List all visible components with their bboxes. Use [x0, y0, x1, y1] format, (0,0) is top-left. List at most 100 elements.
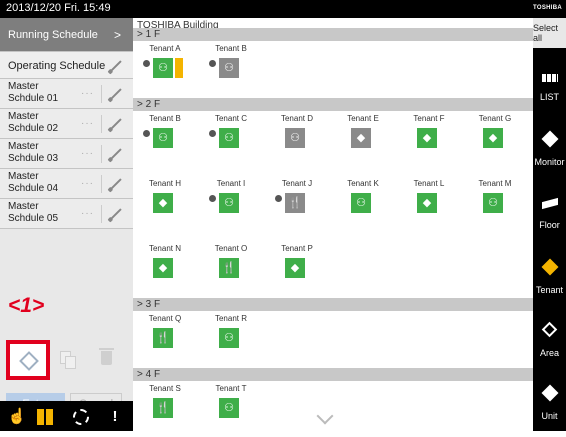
select-all-button[interactable]: Select all — [533, 18, 566, 48]
edit-pencil-icon[interactable] — [110, 88, 122, 100]
tenant-tile[interactable]: Tenant R ⚇ — [203, 314, 259, 364]
select-tool-button[interactable] — [6, 340, 50, 380]
tenant-tile[interactable]: Tenant J 🍴 — [269, 179, 325, 229]
diamond-icon: ◆ — [153, 193, 173, 213]
edit-pencil-icon[interactable] — [110, 60, 122, 72]
tenant-name: Tenant I — [216, 179, 246, 188]
hand-pointer-icon[interactable]: ☝ — [6, 407, 28, 427]
master-schedule-label: Master Schdule 04 — [8, 171, 59, 194]
tenant-tile[interactable]: Tenant B ⚇ — [137, 114, 193, 164]
tenant-tile[interactable]: Tenant B ⚇ — [203, 44, 259, 94]
tenant-floor-view: TOSHIBA Building > 1 F Tenant A ⚇ Tenant B ⚇… — [133, 18, 533, 431]
restaurant-icon: 🍴 — [153, 328, 173, 348]
master-schedule-item[interactable]: Master Schdule 03 ··· — [0, 139, 133, 169]
nav-area[interactable]: Area — [533, 314, 566, 374]
cycle-icon[interactable] — [70, 407, 92, 427]
monitor-icon — [541, 130, 559, 148]
tenant-name: Tenant N — [148, 244, 182, 253]
floor-label: > 4 F — [137, 369, 161, 380]
nav-tenant[interactable]: Tenant — [533, 251, 566, 311]
tenant-tile[interactable]: Tenant E ◆ — [335, 114, 391, 164]
restaurant-icon: 🍴 — [153, 398, 173, 418]
alert-icon[interactable]: ! — [104, 407, 126, 427]
diamond-icon: ◆ — [351, 128, 371, 148]
tenant-tile[interactable]: Tenant P ◆ — [269, 244, 325, 294]
tenant-icon — [541, 258, 559, 276]
nav-floor[interactable]: Floor — [533, 186, 566, 246]
top-bar: 2013/12/20 Fri. 15:49 TOSHIBA — [0, 0, 566, 18]
tenant-tile[interactable]: Tenant A ⚇ — [137, 44, 193, 94]
floor-header[interactable]: > 1 F — [133, 28, 533, 41]
scroll-down-icon[interactable] — [316, 407, 334, 425]
schedule-clock-icon — [143, 130, 150, 137]
annotation-label: <1> — [8, 294, 45, 317]
tenant-tile[interactable]: Tenant O 🍴 — [203, 244, 259, 294]
floor-header[interactable]: > 3 F — [133, 298, 533, 311]
tenant-tile[interactable]: Tenant T ⚇ — [203, 384, 259, 431]
tenant-name: Tenant R — [214, 314, 248, 323]
nav-unit[interactable]: Unit — [533, 377, 566, 437]
tenant-tile[interactable]: Tenant F ◆ — [401, 114, 457, 164]
diamond-icon: ◆ — [153, 258, 173, 278]
edit-pencil-icon[interactable] — [110, 208, 122, 220]
unit-icon — [541, 384, 559, 402]
master-schedule-label: Master Schdule 03 — [8, 141, 59, 164]
operating-schedule-label: Operating Schedule — [8, 60, 106, 72]
more-dots-icon[interactable]: ··· — [81, 208, 94, 219]
people-icon: ⚇ — [219, 58, 239, 78]
edit-pencil-icon[interactable] — [110, 148, 122, 160]
tenant-name: Tenant G — [478, 114, 512, 123]
tenant-name: Tenant H — [148, 179, 182, 188]
people-icon: ⚇ — [153, 58, 183, 78]
people-icon: ⚇ — [219, 128, 239, 148]
tenant-tile[interactable]: Tenant Q 🍴 — [137, 314, 193, 364]
copy-icon[interactable] — [60, 351, 76, 369]
edit-pencil-icon[interactable] — [110, 178, 122, 190]
nav-floor-label: Floor — [539, 220, 560, 230]
people-icon: ⚇ — [219, 328, 239, 348]
tenant-tile[interactable]: Tenant N ◆ — [137, 244, 193, 294]
tenant-tile[interactable]: Tenant L ◆ — [401, 179, 457, 229]
tenant-tile[interactable]: Tenant M ⚇ — [467, 179, 523, 229]
nav-monitor[interactable]: Monitor — [533, 123, 566, 183]
restaurant-icon: 🍴 — [219, 258, 239, 278]
tenant-tile[interactable]: Tenant D ⚇ — [269, 114, 325, 164]
nav-monitor-label: Monitor — [534, 157, 565, 167]
master-schedule-label: Master Schdule 01 — [8, 81, 59, 104]
tenant-tile[interactable]: Tenant H ◆ — [137, 179, 193, 229]
schedule-clock-icon — [143, 60, 150, 67]
trash-icon[interactable] — [99, 348, 114, 365]
tenant-tile[interactable]: Tenant I ⚇ — [203, 179, 259, 229]
tenant-tile[interactable]: Tenant K ⚇ — [335, 179, 391, 229]
restaurant-icon: 🍴 — [285, 193, 305, 213]
master-schedule-item[interactable]: Master Schdule 02 ··· — [0, 109, 133, 139]
nav-unit-label: Unit — [541, 411, 558, 421]
tenant-tile[interactable]: Tenant G ◆ — [467, 114, 523, 164]
schedule-clock-icon — [275, 195, 282, 202]
master-schedule-label: Master Schdule 05 — [8, 201, 59, 224]
floor-header[interactable]: > 4 F — [133, 368, 533, 381]
more-dots-icon[interactable]: ··· — [81, 148, 94, 159]
schedule-book-icon[interactable] — [34, 407, 56, 427]
nav-list-label: LIST — [539, 92, 559, 102]
operating-schedule-item[interactable]: Operating Schedule — [0, 52, 133, 79]
more-dots-icon[interactable]: ··· — [81, 118, 94, 129]
more-dots-icon[interactable]: ··· — [81, 178, 94, 189]
nav-area-label: Area — [539, 348, 559, 358]
tenant-tile[interactable]: Tenant C ⚇ — [203, 114, 259, 164]
tenant-tile[interactable]: Tenant S 🍴 — [137, 384, 193, 431]
area-icon — [541, 321, 558, 338]
more-dots-icon[interactable]: ··· — [81, 88, 94, 99]
master-schedule-item[interactable]: Master Schdule 05 ··· — [0, 199, 133, 229]
tenant-name: Tenant B — [149, 114, 181, 123]
master-schedule-item[interactable]: Master Schdule 01 ··· — [0, 79, 133, 109]
tenant-name: Tenant Q — [148, 314, 182, 323]
floor-header[interactable]: > 2 F — [133, 98, 533, 111]
running-schedule-item[interactable]: Running Schedule > — [0, 18, 133, 52]
select-diamond-icon — [19, 351, 39, 371]
floor-label: > 3 F — [137, 299, 161, 310]
nav-list[interactable]: LIST — [533, 58, 566, 118]
edit-pencil-icon[interactable] — [110, 118, 122, 130]
tenant-name: Tenant J — [281, 179, 313, 188]
master-schedule-item[interactable]: Master Schdule 04 ··· — [0, 169, 133, 199]
